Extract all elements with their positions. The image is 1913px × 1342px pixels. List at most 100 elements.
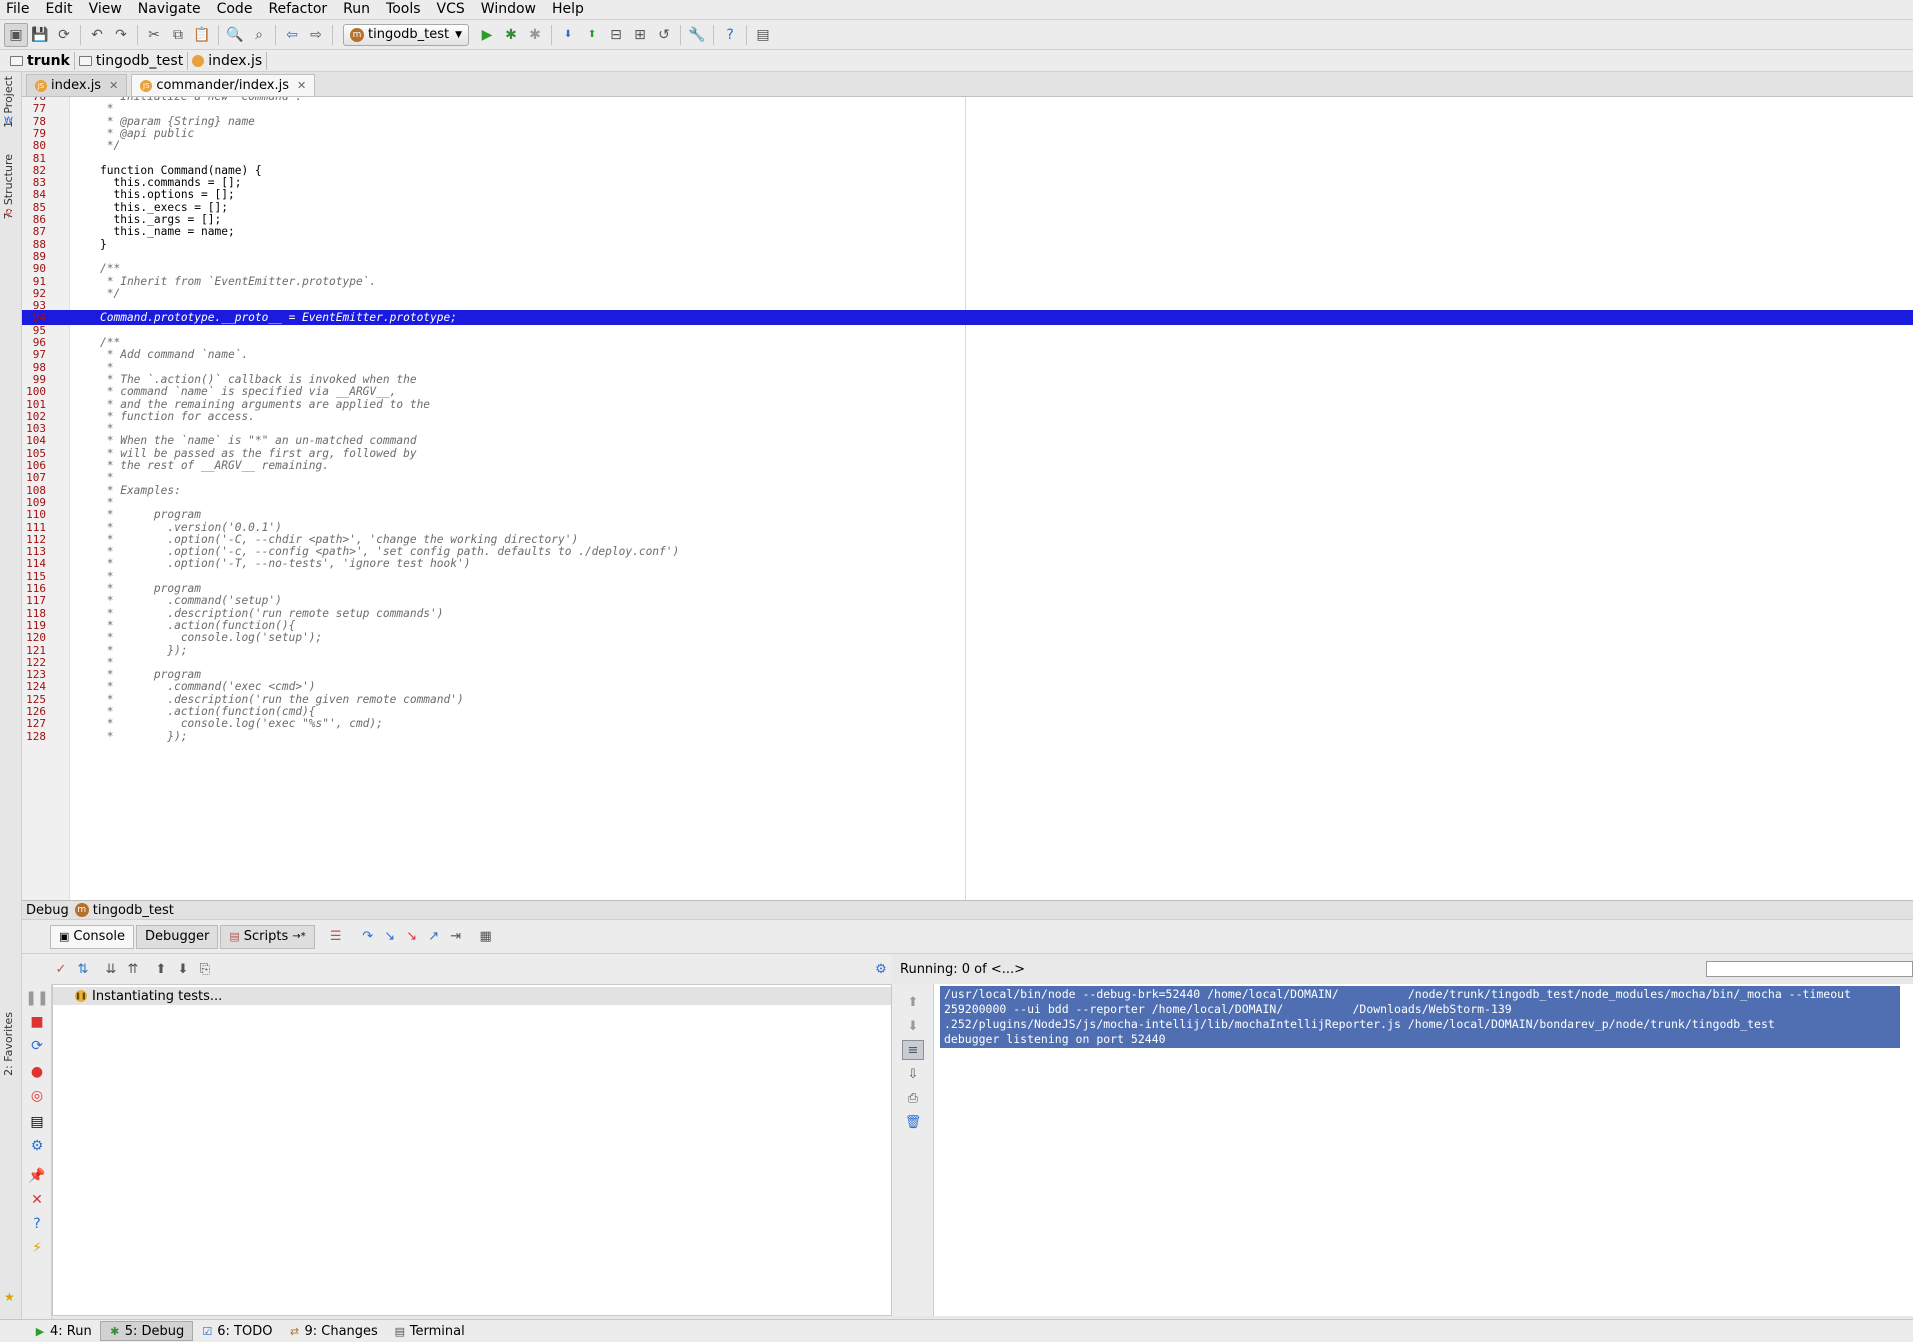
- terminal-icon[interactable]: ▤: [751, 23, 775, 47]
- forward-icon[interactable]: ⇨: [304, 23, 328, 47]
- force-step-into-icon[interactable]: ↘: [401, 926, 423, 948]
- tab-label: Scripts: [243, 929, 289, 944]
- menu-code[interactable]: Code: [209, 0, 261, 20]
- tab-console[interactable]: ▣ Console: [50, 924, 135, 949]
- hide-passed-icon[interactable]: ✓: [50, 958, 72, 980]
- next-test-icon[interactable]: ⬇: [172, 958, 194, 980]
- mute-breakpoints-icon[interactable]: ◎: [27, 1086, 47, 1106]
- menu-view[interactable]: View: [81, 0, 130, 20]
- copy-icon[interactable]: ⧉: [166, 23, 190, 47]
- tool-window-label: 9: Changes: [304, 1323, 378, 1339]
- layout-icon[interactable]: ▤: [27, 1112, 47, 1132]
- code-area[interactable]: 76 * Initialize a new `Command`.77 *78 *…: [22, 97, 1913, 900]
- vcs-history-icon[interactable]: ⊞: [628, 23, 652, 47]
- step-over-icon[interactable]: ↷: [357, 926, 379, 948]
- debug-icon[interactable]: ✱: [499, 23, 523, 47]
- pin-icon[interactable]: 📌: [27, 1166, 47, 1186]
- tool-window-button[interactable]: ✱ 5: Debug: [99, 1321, 194, 1341]
- breadcrumb-item-file[interactable]: index.js: [188, 51, 268, 70]
- print-icon[interactable]: ⎙: [902, 1088, 924, 1108]
- back-icon[interactable]: ⇦: [280, 23, 304, 47]
- menu-navigate[interactable]: Navigate: [130, 0, 209, 20]
- vcs-update-icon[interactable]: ⬇: [556, 23, 580, 47]
- lightning-icon[interactable]: ⚡: [27, 1238, 47, 1258]
- tab-scripts[interactable]: ▤ Scripts →*: [220, 924, 315, 949]
- view-breakpoints-icon[interactable]: ●: [27, 1062, 47, 1082]
- coverage-icon[interactable]: ✱: [523, 23, 547, 47]
- test-settings-icon[interactable]: ⚙: [870, 958, 892, 980]
- menu-help[interactable]: Help: [544, 0, 592, 20]
- show-execution-point-icon[interactable]: ☰: [325, 926, 347, 948]
- debug-config-name: tingodb_test: [92, 902, 174, 918]
- prev-test-icon[interactable]: ⬆: [150, 958, 172, 980]
- menu-refactor[interactable]: Refactor: [260, 0, 335, 20]
- run-config-dropdown[interactable]: m tingodb_test ▼: [343, 23, 470, 46]
- tab-favorites[interactable]: 2: Favorites: [2, 1012, 15, 1076]
- find-icon[interactable]: 🔍: [223, 23, 247, 47]
- vcs-compare-icon[interactable]: ⊟: [604, 23, 628, 47]
- tool-window-button[interactable]: ☑ 6: TODO: [193, 1321, 280, 1341]
- sync-icon[interactable]: ⟳: [52, 23, 76, 47]
- tree-item[interactable]: ❚❚ Instantiating tests...: [53, 987, 891, 1005]
- breadcrumb-item-project[interactable]: tingodb_test: [75, 51, 189, 70]
- tool-window-button[interactable]: ▶ 4: Run: [26, 1321, 100, 1341]
- webstorm-icon: W: [4, 116, 13, 126]
- close-icon[interactable]: ✕: [297, 79, 306, 92]
- settings-icon[interactable]: ⚙: [27, 1136, 47, 1156]
- settings-wrench-icon[interactable]: 🔧: [685, 23, 709, 47]
- scroll-to-end-icon[interactable]: ⇩: [902, 1064, 924, 1084]
- step-out-icon[interactable]: ↗: [423, 926, 445, 948]
- project-view-icon[interactable]: ▣: [4, 22, 28, 47]
- scripts-icon: ▤: [229, 930, 240, 943]
- debug-title: Debug: [26, 902, 69, 918]
- toolbar-separator: [680, 24, 682, 45]
- replace-icon[interactable]: ⌕: [247, 23, 271, 47]
- export-icon[interactable]: ⎘: [194, 958, 216, 980]
- down-stack-icon[interactable]: ⬇: [902, 1016, 924, 1036]
- menu-tools[interactable]: Tools: [378, 0, 429, 20]
- console-output[interactable]: /usr/local/bin/node --debug-brk=52440 /h…: [934, 984, 1913, 1316]
- sort-icon[interactable]: ⇅: [72, 958, 94, 980]
- soft-wrap-icon[interactable]: ≡: [902, 1040, 924, 1060]
- code-editor[interactable]: 76 * Initialize a new `Command`.77 *78 *…: [22, 97, 1913, 900]
- menu-vcs[interactable]: VCS: [429, 0, 473, 20]
- evaluate-icon[interactable]: ▦: [475, 926, 497, 948]
- restart-icon[interactable]: ⟳: [27, 1036, 47, 1056]
- collapse-all-icon[interactable]: ⇈: [122, 958, 144, 980]
- pause-icon[interactable]: ❚❚: [25, 988, 48, 1008]
- cut-icon[interactable]: ✂: [142, 23, 166, 47]
- vcs-commit-icon[interactable]: ⬆: [580, 23, 604, 47]
- run-icon[interactable]: ▶: [475, 23, 499, 47]
- vcs-revert-icon[interactable]: ↺: [652, 23, 676, 47]
- save-icon[interactable]: 💾: [28, 23, 52, 47]
- help-icon[interactable]: ?: [718, 23, 742, 47]
- tool-window-button[interactable]: ⇄ 9: Changes: [280, 1321, 385, 1341]
- tab-commander-index-js[interactable]: JS commander/index.js ✕: [131, 74, 316, 96]
- step-into-icon[interactable]: ↘: [379, 926, 401, 948]
- stop-icon[interactable]: ■: [27, 1012, 47, 1032]
- breadcrumb-item-trunk[interactable]: trunk: [6, 51, 75, 70]
- undo-icon[interactable]: ↶: [85, 23, 109, 47]
- menu-file[interactable]: File: [0, 0, 37, 20]
- tab-debugger[interactable]: Debugger: [136, 924, 219, 949]
- close-icon[interactable]: ✕: [109, 79, 118, 92]
- menu-window[interactable]: Window: [473, 0, 544, 20]
- toolbar-separator: [137, 24, 138, 45]
- up-stack-icon[interactable]: ⬆: [902, 992, 924, 1012]
- tab-index-js[interactable]: JS index.js ✕: [26, 74, 128, 96]
- help-icon[interactable]: ?: [27, 1214, 47, 1234]
- close-icon[interactable]: ✕: [27, 1190, 47, 1210]
- menu-run[interactable]: Run: [335, 0, 378, 20]
- test-filter-input[interactable]: [1706, 961, 1913, 977]
- tool-window-button[interactable]: ▤ Terminal: [386, 1321, 473, 1341]
- expand-all-icon[interactable]: ⇊: [100, 958, 122, 980]
- redo-icon[interactable]: ↷: [109, 23, 133, 47]
- console-action-strip: ⬆ ⬇ ≡ ⇩ ⎙ 🗑: [892, 984, 934, 1316]
- tool-window-label: 4: Run: [50, 1323, 92, 1339]
- run-to-cursor-icon[interactable]: ⇥: [445, 926, 467, 948]
- menu-edit[interactable]: Edit: [37, 0, 80, 20]
- paste-icon[interactable]: 📋: [190, 23, 214, 47]
- tab-label: Debugger: [145, 929, 210, 944]
- test-status: Running: 0 of <...>: [900, 961, 1026, 977]
- trash-icon[interactable]: 🗑: [902, 1112, 924, 1132]
